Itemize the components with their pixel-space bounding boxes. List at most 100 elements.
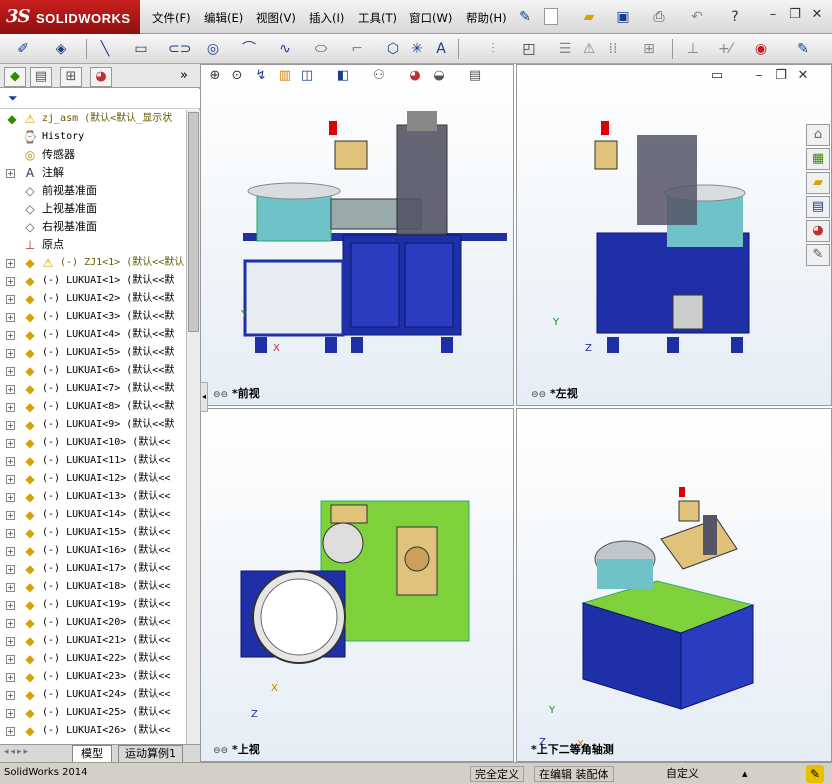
expand-icon[interactable]: + xyxy=(6,457,15,466)
tree-item[interactable]: + ◆ (-) LUKUAI<22> (默认<< xyxy=(0,650,186,668)
viewport-minimize-icon[interactable]: – xyxy=(750,67,768,85)
tree-scrollbar[interactable] xyxy=(186,110,200,744)
close-icon[interactable]: ✕ xyxy=(808,6,826,24)
expand-icon[interactable]: + xyxy=(6,439,15,448)
design-library-icon[interactable]: ▦ xyxy=(806,148,830,170)
tree-item[interactable]: + ◆ (-) LUKUAI<19> (默认<< xyxy=(0,596,186,614)
tree-item[interactable]: + ◆ (-) LUKUAI<1> (默认<<默 xyxy=(0,272,186,290)
expand-icon[interactable]: + xyxy=(6,637,15,646)
restore-icon[interactable]: ❐ xyxy=(786,6,804,24)
expand-icon[interactable]: + xyxy=(6,619,15,628)
expand-icon[interactable]: + xyxy=(6,529,15,538)
expand-icon[interactable]: + xyxy=(6,709,15,718)
expand-icon[interactable]: + xyxy=(6,583,15,592)
tree-item[interactable]: + ◆ (-) LUKUAI<20> (默认<< xyxy=(0,614,186,632)
tree-item[interactable]: + ◆ (-) LUKUAI<17> (默认<< xyxy=(0,560,186,578)
smart-dimension-icon[interactable]: ◈ xyxy=(52,40,70,58)
tree-item[interactable]: + ◆ (-) LUKUAI<10> (默认<< xyxy=(0,434,186,452)
expand-icon[interactable]: + xyxy=(6,421,15,430)
expand-icon[interactable]: + xyxy=(6,331,15,340)
repair-sketch-icon[interactable]: +⁄ xyxy=(716,40,734,58)
tree-item[interactable]: ◇ 上视基准面 xyxy=(0,200,186,218)
expand-icon[interactable]: + xyxy=(6,385,15,394)
viewport-front[interactable]: Y X ⊖⊖ *前视 xyxy=(200,64,514,406)
view-orientation-icon[interactable]: ◫ xyxy=(298,67,316,85)
expand-icon[interactable]: + xyxy=(6,349,15,358)
viewport-minimize-icon[interactable]: ▭ xyxy=(708,67,726,85)
custom-properties-icon[interactable]: ✎ xyxy=(806,244,830,266)
convert-entities-icon[interactable]: ◰ xyxy=(520,40,538,58)
tree-item[interactable]: + ◆ ⚠ (-) ZJ1<1> (默认<<默认 xyxy=(0,254,186,272)
tree-item[interactable]: + ◆ (-) LUKUAI<2> (默认<<默 xyxy=(0,290,186,308)
expand-icon[interactable]: + xyxy=(6,313,15,322)
hide-show-items-icon[interactable]: ⚇ xyxy=(370,67,388,85)
print-icon[interactable]: ⎙ xyxy=(650,8,668,26)
move-entities-icon[interactable]: ⊞ xyxy=(640,40,658,58)
tree-item[interactable]: + ◆ (-) LUKUAI<12> (默认<< xyxy=(0,470,186,488)
expand-icon[interactable]: + xyxy=(6,727,15,736)
tree-item[interactable]: + ◆ (-) LUKUAI<26> (默认<< xyxy=(0,722,186,740)
tree-item[interactable]: + ◆ (-) LUKUAI<4> (默认<<默 xyxy=(0,326,186,344)
section-view-icon[interactable]: ▥ xyxy=(276,67,294,85)
collapse-panel-handle[interactable]: ◂ xyxy=(200,382,208,412)
tree-item[interactable]: + ◆ (-) LUKUAI<23> (默认<< xyxy=(0,668,186,686)
tree-item[interactable]: + ◆ (-) LUKUAI<6> (默认<<默 xyxy=(0,362,186,380)
tree-item[interactable]: + ◆ (-) LUKUAI<16> (默认<< xyxy=(0,542,186,560)
rebuild-icon[interactable]: ✎ xyxy=(806,765,824,783)
edit-appearance-icon[interactable]: ◕ xyxy=(406,67,424,85)
point-icon[interactable]: ✳ xyxy=(408,40,426,58)
display-style-icon[interactable]: ◧ xyxy=(334,67,352,85)
polygon-icon[interactable]: ⬡ xyxy=(384,40,402,58)
tree-item[interactable]: + ◆ (-) LUKUAI<15> (默认<< xyxy=(0,524,186,542)
tree-item[interactable]: + ◆ (-) LUKUAI<21> (默认<< xyxy=(0,632,186,650)
text-icon[interactable]: A xyxy=(432,40,450,58)
tree-item[interactable]: ◆ ⚠ zj_asm (默认<默认_显示状 xyxy=(0,110,186,128)
expand-icon[interactable]: + xyxy=(6,475,15,484)
expand-icon[interactable]: + xyxy=(6,493,15,502)
view-settings-icon[interactable]: ▤ xyxy=(466,67,484,85)
expand-icon[interactable]: + xyxy=(6,367,15,376)
expand-icon[interactable]: + xyxy=(6,511,15,520)
tree-item[interactable]: + ◆ (-) LUKUAI<5> (默认<<默 xyxy=(0,344,186,362)
arc-icon[interactable]: ⌒ xyxy=(240,40,258,58)
viewport-restore-icon[interactable]: ❐ xyxy=(772,67,790,85)
help-icon[interactable]: ? xyxy=(726,8,744,26)
configuration-manager-tab-icon[interactable]: ⊞ xyxy=(60,67,82,87)
menu-edit[interactable]: 编辑(E) xyxy=(204,10,243,26)
property-manager-tab-icon[interactable]: ▤ xyxy=(30,67,52,87)
spline-icon[interactable]: ∿ xyxy=(276,40,294,58)
linear-pattern-icon[interactable]: ⁞⁞ xyxy=(604,40,622,58)
slot-icon[interactable]: ⊂⊃ xyxy=(168,40,191,58)
status-units[interactable]: 自定义 xyxy=(662,766,703,782)
expand-icon[interactable]: + xyxy=(6,259,15,268)
file-explorer-icon[interactable]: ▰ xyxy=(806,172,830,194)
tree-item[interactable]: + ◆ (-) LUKUAI<8> (默认<<默 xyxy=(0,398,186,416)
viewport-close-icon[interactable]: ✕ xyxy=(794,67,812,85)
tree-item[interactable]: + ◆ (-) LUKUAI<25> (默认<< xyxy=(0,704,186,722)
line-icon[interactable]: ╲ xyxy=(96,40,114,58)
tree-item[interactable]: + ◆ (-) LUKUAI<13> (默认<< xyxy=(0,488,186,506)
status-units-arrow-icon[interactable]: ▴ xyxy=(742,767,748,780)
apply-scene-icon[interactable]: ◒ xyxy=(430,67,448,85)
filter-icon[interactable]: ⏷ xyxy=(8,91,18,106)
graphics-area[interactable]: Y X ⊖⊖ *前视 Y Z ⊖⊖ *左视 Z X ⊖⊖ *上视 Y Z X *… xyxy=(200,64,832,762)
new-document-icon[interactable] xyxy=(544,8,558,25)
feature-manager-tab-icon[interactable]: ◆ xyxy=(4,67,26,87)
expand-panel-icon[interactable]: » xyxy=(180,68,188,83)
viewport-left[interactable]: Y Z ⊖⊖ *左视 xyxy=(516,64,832,406)
tree-item[interactable]: ◇ 前视基准面 xyxy=(0,182,186,200)
solidworks-logo[interactable]: 3S SOLIDWORKS xyxy=(0,0,140,34)
fillet-icon[interactable]: ⌐ xyxy=(348,40,366,58)
viewport-top[interactable]: Z X ⊖⊖ *上视 xyxy=(200,408,514,762)
tree-item[interactable]: + ◆ (-) LUKUAI<24> (默认<< xyxy=(0,686,186,704)
menu-help[interactable]: 帮助(H) xyxy=(466,10,507,26)
rapid-sketch-icon[interactable]: ✎ xyxy=(794,40,812,58)
rectangle-icon[interactable]: ▭ xyxy=(132,40,150,58)
undo-icon[interactable]: ↶ xyxy=(688,8,706,26)
tree-item[interactable]: ◇ 右视基准面 xyxy=(0,218,186,236)
menu-insert[interactable]: 插入(I) xyxy=(309,10,344,26)
expand-icon[interactable]: + xyxy=(6,547,15,556)
menu-file[interactable]: 文件(F) xyxy=(152,10,191,26)
tree-item[interactable]: ⊥ 原点 xyxy=(0,236,186,254)
display-manager-tab-icon[interactable]: ◕ xyxy=(90,67,112,87)
